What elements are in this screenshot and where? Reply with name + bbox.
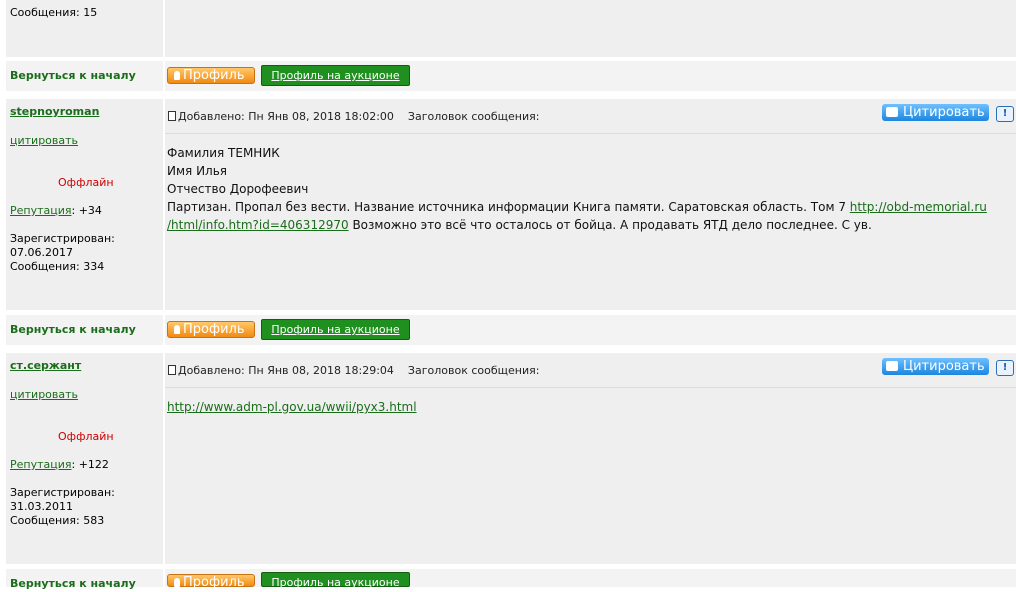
registration-info: Зарегистрирован: 31.03.2011 Сообщения: 5… <box>10 486 115 528</box>
post-text: http://www.adm-pl.gov.ua/wwii/pyx3.html <box>167 398 417 416</box>
quote-button-label: Цитировать <box>903 105 985 120</box>
author-username[interactable]: stepnoyroman <box>10 105 99 118</box>
post-link[interactable]: http://obd-memorial.ru <box>850 200 987 214</box>
prev-post-author-panel: Сообщения: 15 <box>6 0 163 57</box>
post-link[interactable]: /html/info.htm?id=406312970 <box>167 218 349 232</box>
post-text-span: Партизан. Пропал без вести. Название ист… <box>167 200 850 214</box>
forum-page: Сообщения: 15 Вернуться к началу Профиль… <box>0 0 1016 590</box>
quote-link[interactable]: цитировать <box>10 388 78 401</box>
registered-date: 07.06.2017 <box>10 246 73 259</box>
reputation-value: : +34 <box>71 204 102 217</box>
post-author-panel: ст.сержант цитировать Оффлайн Репутация:… <box>6 353 163 564</box>
profile-button[interactable]: Профиль <box>167 321 255 338</box>
post-link[interactable]: http://www.adm-pl.gov.ua/wwii/pyx3.html <box>167 400 417 414</box>
user-icon <box>174 71 180 80</box>
reputation: Репутация: +122 <box>10 458 109 471</box>
post-body <box>165 353 1016 564</box>
post-line: Фамилия ТЕМНИК <box>167 146 280 160</box>
auction-profile-button[interactable]: Профиль на аукционе <box>261 572 410 589</box>
post-line: Партизан. Пропал без вести. Название ист… <box>167 198 987 216</box>
auction-profile-button[interactable]: Профиль на аукционе <box>261 65 410 86</box>
message-count: Сообщения: 334 <box>10 260 105 273</box>
post-header: Добавлено: Пн Янв 08, 2018 18:02:00 Заго… <box>168 110 539 123</box>
registered-date: 31.03.2011 <box>10 500 73 513</box>
post-divider <box>165 387 1016 388</box>
back-to-top-link[interactable]: Вернуться к началу <box>10 577 136 590</box>
message-count: Сообщения: 15 <box>10 6 98 19</box>
subject-label: Заголовок сообщения: <box>407 110 540 123</box>
profile-button-label: Профиль <box>183 68 245 83</box>
status-badge: Оффлайн <box>58 176 114 189</box>
profile-button[interactable]: Профиль <box>167 574 255 590</box>
post-line: /html/info.htm?id=406312970 Возможно это… <box>167 216 987 234</box>
post-divider <box>165 133 1016 134</box>
post-text: Фамилия ТЕМНИК Имя Илья Отчество Дорофее… <box>167 144 987 234</box>
quote-button[interactable]: Цитировать <box>882 104 989 121</box>
registered-label: Зарегистрирован: <box>10 486 115 499</box>
auction-profile-button[interactable]: Профиль на аукционе <box>261 319 410 340</box>
status-badge: Оффлайн <box>58 430 114 443</box>
profile-button-label: Профиль <box>183 575 245 590</box>
registered-label: Зарегистрирован: <box>10 232 115 245</box>
post-line: Имя Илья <box>167 164 227 178</box>
post-author-panel: stepnoyroman цитировать Оффлайн Репутаци… <box>6 99 163 310</box>
post-icon <box>168 365 176 375</box>
quote-button[interactable]: Цитировать <box>882 358 989 375</box>
report-button[interactable]: ! <box>996 360 1014 376</box>
prev-post-body <box>165 0 1016 57</box>
post-date: Добавлено: Пн Янв 08, 2018 18:29:04 <box>178 364 394 377</box>
reputation-value: : +122 <box>71 458 109 471</box>
post-icon <box>168 111 176 121</box>
quote-button-label: Цитировать <box>903 359 985 374</box>
post-date: Добавлено: Пн Янв 08, 2018 18:02:00 <box>178 110 394 123</box>
report-button[interactable]: ! <box>996 106 1014 122</box>
user-icon <box>174 578 180 587</box>
reputation: Репутация: +34 <box>10 204 102 217</box>
message-count: Сообщения: 583 <box>10 514 105 527</box>
subject-label: Заголовок сообщения: <box>407 364 540 377</box>
post-text-span: Возможно это всё что осталось от бойца. … <box>348 218 872 232</box>
reputation-link[interactable]: Репутация <box>10 458 72 471</box>
registration-info: Зарегистрирован: 07.06.2017 Сообщения: 3… <box>10 232 115 274</box>
user-icon <box>174 325 180 334</box>
profile-button-label: Профиль <box>183 322 245 337</box>
post-line: Отчество Дорофеевич <box>167 182 309 196</box>
quote-icon <box>886 107 898 117</box>
profile-button[interactable]: Профиль <box>167 67 255 84</box>
back-to-top-link[interactable]: Вернуться к началу <box>10 323 136 336</box>
post-header: Добавлено: Пн Янв 08, 2018 18:29:04 Заго… <box>168 364 539 377</box>
reputation-link[interactable]: Репутация <box>10 204 72 217</box>
quote-icon <box>886 361 898 371</box>
quote-link[interactable]: цитировать <box>10 134 78 147</box>
author-username[interactable]: ст.сержант <box>10 359 81 372</box>
back-to-top-link[interactable]: Вернуться к началу <box>10 69 136 82</box>
